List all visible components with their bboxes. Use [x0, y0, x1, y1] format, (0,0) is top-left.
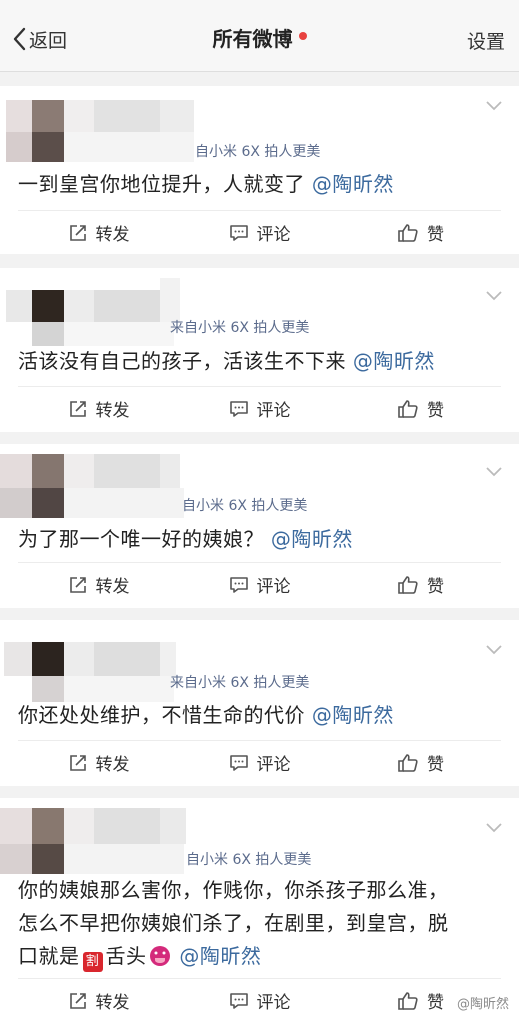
comment-button[interactable]: 评论 [179, 979, 340, 1022]
chevron-down-icon[interactable] [485, 644, 503, 656]
post-actions: 转发 评论 赞 [18, 386, 501, 430]
repost-label: 转发 [95, 577, 130, 597]
post-source: 来自小米 6X 拍人更美 [170, 675, 310, 691]
post-card: 来自小米 6X 拍人更美 你还处处维护，不惜生命的代价 @陶昕然 转发 评论 赞 [0, 620, 519, 786]
repost-button[interactable]: 转发 [18, 741, 179, 784]
repost-button[interactable]: 转发 [18, 563, 179, 606]
comment-icon [229, 576, 248, 593]
post-text-body: 为了那一个唯一好的姨娘？ [18, 527, 264, 551]
like-label: 赞 [427, 225, 444, 245]
like-label: 赞 [427, 993, 444, 1013]
post-source: 来自小米 6X 拍人更美 [170, 320, 310, 336]
post-actions: 转发 评论 赞 [18, 210, 501, 254]
repost-icon [69, 224, 86, 241]
repost-icon [69, 754, 86, 771]
repost-label: 转发 [95, 993, 130, 1013]
comment-icon [229, 224, 248, 241]
repost-label: 转发 [95, 401, 130, 421]
chevron-down-icon[interactable] [485, 290, 503, 302]
post-text-line: 怎么不早把你姨娘们杀了，在剧里，到皇宫，脱 [18, 911, 449, 935]
post-text-line: 你的姨娘那么害你，作贱你，你杀孩子那么准， [18, 878, 449, 902]
post-card: 自小米 6X 拍人更美 为了那一个唯一好的姨娘？ @陶昕然 转发 评论 赞 [0, 444, 519, 608]
thumbs-up-icon [398, 753, 418, 772]
post-actions: 转发 评论 赞 [18, 740, 501, 784]
comment-icon [229, 754, 248, 771]
comment-button[interactable]: 评论 [179, 211, 340, 254]
repost-icon [69, 576, 86, 593]
repost-icon [69, 400, 86, 417]
thumbs-up-icon [398, 991, 418, 1010]
post-text: 你的姨娘那么害你，作贱你，你杀孩子那么准， 怎么不早把你姨娘们杀了，在剧里，到皇… [18, 874, 501, 973]
like-button[interactable]: 赞 [340, 563, 501, 606]
tongue-emoji-icon [149, 946, 170, 966]
like-label: 赞 [427, 755, 444, 775]
repost-label: 转发 [95, 225, 130, 245]
mention-link[interactable]: @陶昕然 [271, 527, 353, 551]
comment-button[interactable]: 评论 [179, 563, 340, 606]
comment-label: 评论 [256, 401, 291, 421]
blurred-avatar [0, 86, 200, 162]
like-label: 赞 [427, 577, 444, 597]
page-title-text: 所有微博 [212, 27, 293, 51]
weibo-watermark: @陶昕然 [456, 997, 509, 1012]
post-card: 来自小米 6X 拍人更美 活该没有自己的孩子，活该生不下来 @陶昕然 转发 评论… [0, 268, 519, 432]
post-text-body: 你还处处维护，不惜生命的代价 [18, 703, 305, 727]
post-card: 自小米 6X 拍人更美 你的姨娘那么害你，作贱你，你杀孩子那么准， 怎么不早把你… [0, 798, 519, 1024]
like-label: 赞 [427, 401, 444, 421]
post-card: 自小米 6X 拍人更美 一到皇宫你地位提升，人就变了 @陶昕然 转发 评论 赞 [0, 86, 519, 254]
comment-icon [229, 992, 248, 1009]
settings-button[interactable]: 设置 [467, 27, 505, 54]
top-nav-bar: 返回 所有微博 设置 [0, 0, 519, 72]
post-text: 为了那一个唯一好的姨娘？ @陶昕然 [18, 523, 501, 555]
like-button[interactable]: 赞 [340, 741, 501, 784]
repost-button[interactable]: 转发 [18, 387, 179, 430]
chevron-down-icon[interactable] [485, 466, 503, 478]
mention-link[interactable]: @陶昕然 [312, 172, 394, 196]
comment-icon [229, 400, 248, 417]
thumbs-up-icon [398, 399, 418, 418]
blurred-avatar [0, 798, 200, 874]
chevron-down-icon[interactable] [485, 100, 503, 112]
post-source: 自小米 6X 拍人更美 [195, 144, 321, 160]
post-text-body: 活该没有自己的孩子，活该生不下来 [18, 349, 346, 373]
cut-emoji-icon: 割 [82, 952, 103, 972]
post-text: 一到皇宫你地位提升，人就变了 @陶昕然 [18, 168, 501, 200]
unread-dot-icon [298, 32, 307, 40]
like-button[interactable]: 赞 [340, 387, 501, 430]
mention-link[interactable]: @陶昕然 [353, 349, 435, 373]
comment-button[interactable]: 评论 [179, 387, 340, 430]
post-actions: 转发 评论 赞 [18, 562, 501, 606]
comment-button[interactable]: 评论 [179, 741, 340, 784]
post-source: 自小米 6X 拍人更美 [182, 498, 308, 514]
post-text-fragment: 口就是 [18, 944, 80, 968]
comment-label: 评论 [256, 577, 291, 597]
post-actions: 转发 评论 赞 [18, 978, 501, 1022]
post-text-body: 一到皇宫你地位提升，人就变了 [18, 172, 305, 196]
comment-label: 评论 [256, 225, 291, 245]
post-text: 你还处处维护，不惜生命的代价 @陶昕然 [18, 699, 501, 731]
repost-label: 转发 [95, 755, 130, 775]
post-text: 活该没有自己的孩子，活该生不下来 @陶昕然 [18, 345, 501, 377]
blurred-avatar [0, 444, 200, 518]
page-title: 所有微博 [0, 24, 519, 54]
post-text-fragment: 舌头 [105, 944, 147, 968]
mention-link[interactable]: @陶昕然 [179, 944, 261, 968]
repost-button[interactable]: 转发 [18, 211, 179, 254]
thumbs-up-icon [398, 575, 418, 594]
thumbs-up-icon [398, 223, 418, 242]
post-text-line: 口就是割舌头 @陶昕然 [18, 940, 501, 973]
comment-label: 评论 [256, 755, 291, 775]
repost-icon [69, 992, 86, 1009]
post-source: 自小米 6X 拍人更美 [186, 852, 312, 868]
like-button[interactable]: 赞 [340, 211, 501, 254]
repost-button[interactable]: 转发 [18, 979, 179, 1022]
chevron-down-icon[interactable] [485, 822, 503, 834]
mention-link[interactable]: @陶昕然 [312, 703, 394, 727]
comment-label: 评论 [256, 993, 291, 1013]
